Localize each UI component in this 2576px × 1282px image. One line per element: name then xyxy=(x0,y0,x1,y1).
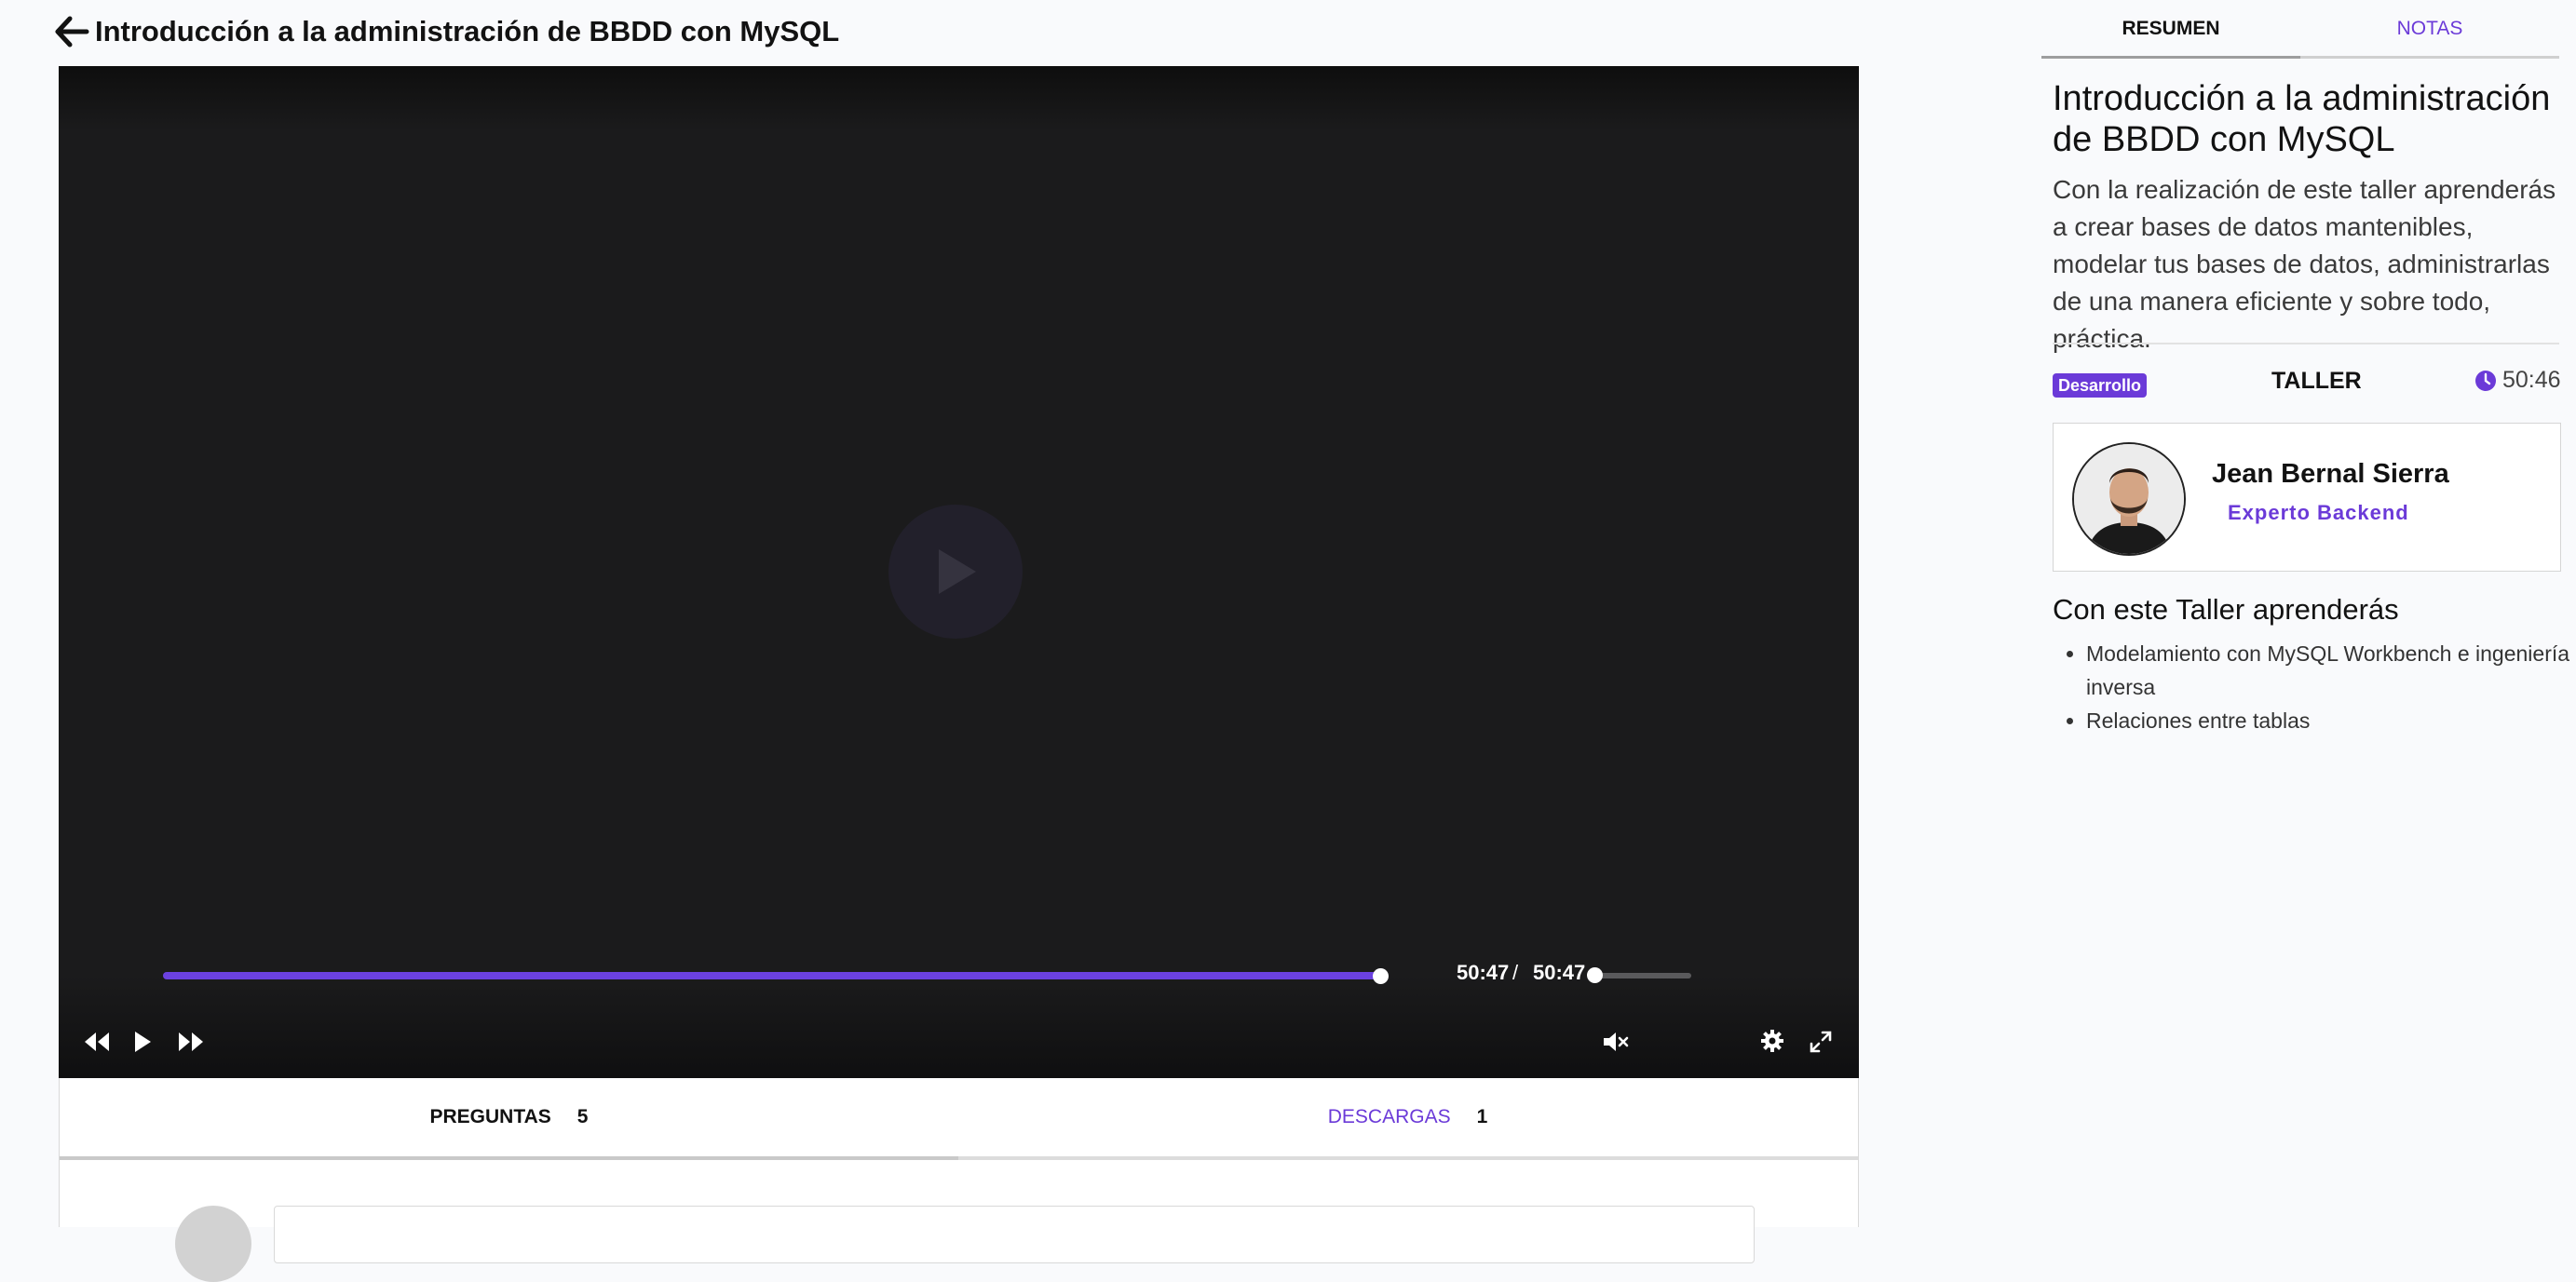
volume-slider[interactable] xyxy=(1598,973,1691,978)
current-time: 50:47 xyxy=(1457,961,1510,984)
video-player[interactable] xyxy=(59,66,1859,1078)
tab-notas-label: NOTAS xyxy=(2396,18,2463,39)
question-input[interactable] xyxy=(274,1206,1755,1263)
total-time: 50:47 xyxy=(1533,961,1586,984)
tab-preguntas[interactable]: PREGUNTAS 5 xyxy=(60,1078,958,1156)
rewind-icon[interactable] xyxy=(80,1028,114,1056)
settings-icon[interactable] xyxy=(1758,1027,1786,1055)
tab-preguntas-count: 5 xyxy=(576,1106,589,1127)
learn-list: Modelamiento con MySQL Workbench e ingen… xyxy=(2053,637,2570,737)
tab-preguntas-label: PREGUNTAS xyxy=(429,1106,551,1127)
course-type: TALLER xyxy=(2271,368,2362,394)
instructor-avatar xyxy=(2072,442,2186,556)
summary-divider xyxy=(2053,343,2559,344)
player-top-shade xyxy=(59,66,1859,131)
clock-icon xyxy=(2474,370,2497,392)
instructor-name: Jean Bernal Sierra xyxy=(2212,459,2449,489)
tab-descargas[interactable]: DESCARGAS 1 xyxy=(958,1078,1857,1156)
tab-notas[interactable]: NOTAS xyxy=(2300,0,2559,58)
big-play-button[interactable] xyxy=(888,505,1023,639)
page-header: Introducción a la administración de BBDD… xyxy=(54,9,839,54)
volume-handle[interactable] xyxy=(1587,967,1603,983)
tab-descargas-label: DESCARGAS xyxy=(1327,1106,1451,1127)
instructor-card[interactable]: Jean Bernal Sierra Experto Backend xyxy=(2053,423,2561,572)
right-tab-active-indicator xyxy=(2041,56,2300,59)
fullscreen-icon[interactable] xyxy=(1807,1028,1835,1056)
back-arrow-icon[interactable] xyxy=(54,13,91,50)
progress-handle[interactable] xyxy=(1373,968,1389,984)
player-bottom-shade xyxy=(59,976,1859,1078)
learn-item: Relaciones entre tablas xyxy=(2086,704,2570,737)
category-badge: Desarrollo xyxy=(2053,373,2148,398)
play-icon[interactable] xyxy=(129,1028,156,1056)
page-title: Introducción a la administración de BBDD… xyxy=(95,15,840,47)
mute-icon[interactable] xyxy=(1601,1028,1631,1056)
time-separator: / xyxy=(1512,961,1519,984)
tab-active-indicator xyxy=(60,1156,958,1160)
tab-resumen-label: RESUMEN xyxy=(2122,18,2220,39)
course-title: Introducción a la administración de BBDD… xyxy=(2053,79,2551,159)
user-avatar xyxy=(175,1206,251,1282)
instructor-role: Experto Backend xyxy=(2228,501,2409,524)
duration-text: 50:46 xyxy=(2502,367,2561,393)
course-description: Con la realización de este taller aprend… xyxy=(2053,175,2556,353)
fast-forward-icon[interactable] xyxy=(174,1028,208,1056)
course-duration: 50:46 xyxy=(2474,367,2561,394)
learn-item: Modelamiento con MySQL Workbench e ingen… xyxy=(2086,637,2570,704)
progress-bar[interactable] xyxy=(163,972,1380,979)
questions-downloads-panel: PREGUNTAS 5 DESCARGAS 1 xyxy=(59,1078,1859,1282)
tab-descargas-count: 1 xyxy=(1476,1106,1488,1127)
learn-title: Con este Taller aprenderás xyxy=(2053,593,2399,626)
tab-resumen[interactable]: RESUMEN xyxy=(2041,0,2300,58)
